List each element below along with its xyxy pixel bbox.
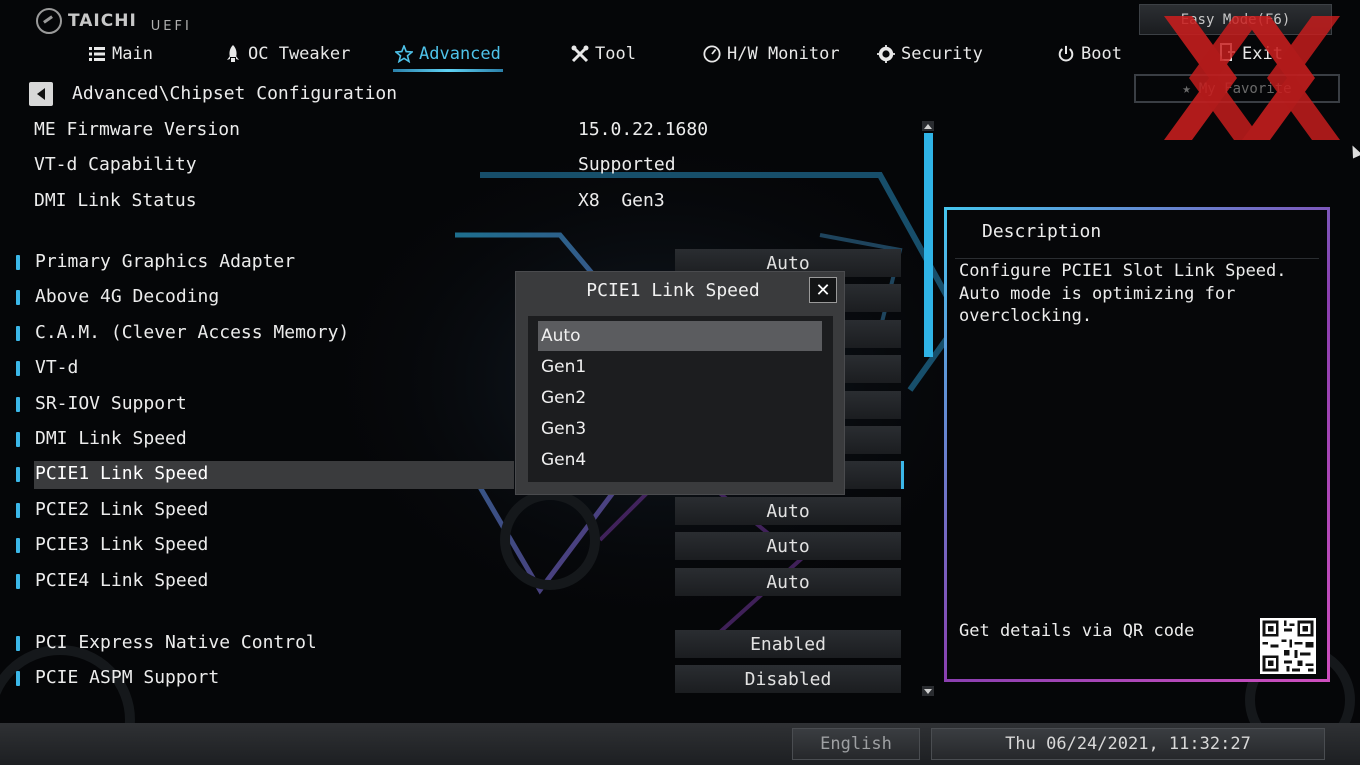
row-indicator <box>16 467 20 482</box>
setting-row-pcie-aspm-support[interactable]: PCIE ASPM Support Disabled <box>14 665 904 693</box>
info-value-me-firmware: 15.0.22.1680 <box>578 119 709 140</box>
setting-label: PCIE ASPM Support <box>35 667 220 688</box>
tab-label: H/W Monitor <box>727 44 840 64</box>
row-indicator <box>16 574 20 589</box>
taichi-logo-icon <box>36 8 62 34</box>
power-icon <box>1057 45 1075 63</box>
breadcrumb: Advanced\Chipset Configuration <box>72 83 398 104</box>
link-speed-popup: PCIE1 Link Speed ✕ Auto Gen1 Gen2 Gen3 G… <box>516 272 844 494</box>
row-indicator <box>16 255 20 270</box>
option-gen1[interactable]: Gen1 <box>538 352 822 382</box>
exit-label: Exit <box>1242 44 1283 64</box>
row-indicator <box>16 671 20 686</box>
tab-hw-monitor[interactable]: H/W Monitor <box>703 40 840 68</box>
setting-label: Primary Graphics Adapter <box>35 251 296 272</box>
row-indicator <box>16 636 20 651</box>
exit-button[interactable]: Exit <box>1220 40 1283 68</box>
info-label-dmi-link-status: DMI Link Status <box>34 190 197 211</box>
info-label-me-firmware: ME Firmware Version <box>34 119 240 140</box>
tab-label: Advanced <box>419 44 501 64</box>
gauge-icon <box>703 45 721 63</box>
scroll-thumb[interactable] <box>924 133 933 357</box>
mouse-cursor-icon <box>1347 143 1360 159</box>
row-indicator <box>16 503 20 518</box>
description-panel: Description Configure PCIE1 Slot Link Sp… <box>944 207 1330 682</box>
scroll-down-arrow-icon[interactable] <box>922 686 934 696</box>
back-button[interactable] <box>29 82 53 106</box>
tab-label: Main <box>112 44 153 64</box>
divider <box>955 258 1319 259</box>
setting-row-pci-express-native-control[interactable]: PCI Express Native Control Enabled <box>14 630 904 658</box>
tab-advanced[interactable]: Advanced <box>393 40 503 72</box>
tab-label: OC Tweaker <box>248 44 351 64</box>
setting-label: SR-IOV Support <box>35 393 187 414</box>
star-icon <box>395 45 413 63</box>
setting-row-pcie2-link-speed[interactable]: PCIE2 Link Speed Auto <box>14 497 904 525</box>
setting-row-pcie3-link-speed[interactable]: PCIE3 Link Speed Auto <box>14 532 904 560</box>
my-favorite-label: My Favorite <box>1198 80 1292 97</box>
easy-mode-button[interactable]: Easy Mode(F6) <box>1139 4 1332 35</box>
main-tabs: Main OC Tweaker Advanced Tool H/W Monito… <box>0 40 1130 72</box>
language-button[interactable]: English <box>792 728 920 760</box>
setting-value[interactable]: Auto <box>675 497 901 525</box>
tab-label: Boot <box>1081 44 1122 64</box>
option-gen4[interactable]: Gen4 <box>538 445 822 475</box>
close-icon[interactable]: ✕ <box>809 277 837 303</box>
description-title: Description <box>982 221 1102 242</box>
setting-label: PCI Express Native Control <box>35 632 317 653</box>
setting-label: PCIE4 Link Speed <box>35 570 209 591</box>
scroll-up-arrow-icon[interactable] <box>922 121 934 131</box>
setting-label: Above 4G Decoding <box>35 286 220 307</box>
tab-main[interactable]: Main <box>88 40 153 68</box>
my-favorite-button[interactable]: ★ My Favorite <box>1134 74 1340 103</box>
info-label-vtd-capability: VT-d Capability <box>34 154 197 175</box>
setting-row-pcie4-link-speed[interactable]: PCIE4 Link Speed Auto <box>14 568 904 596</box>
tab-tool[interactable]: Tool <box>571 40 636 68</box>
tab-label: Tool <box>595 44 636 64</box>
tools-icon <box>571 45 589 63</box>
info-value-dmi-link-status: X8 Gen3 <box>578 190 665 211</box>
qr-label: Get details via QR code <box>959 621 1195 641</box>
setting-value[interactable]: Disabled <box>675 665 901 693</box>
brand-logo: TAICHI UEFI <box>36 8 192 34</box>
option-auto[interactable]: Auto <box>538 321 822 351</box>
setting-value[interactable]: Auto <box>675 532 901 560</box>
star-icon: ★ <box>1182 80 1191 97</box>
row-indicator <box>16 290 20 305</box>
option-list: Auto Gen1 Gen2 Gen3 Gen4 <box>528 316 833 482</box>
scrollbar[interactable] <box>922 121 934 696</box>
setting-label: PCIE1 Link Speed <box>35 463 209 484</box>
row-indicator <box>16 326 20 341</box>
setting-label: C.A.M. (Clever Access Memory) <box>35 322 350 343</box>
tab-label: Security <box>901 44 983 64</box>
datetime-display: Thu 06/24/2021, 11:32:27 <box>931 728 1325 760</box>
tab-security[interactable]: Security <box>877 40 983 68</box>
setting-label: DMI Link Speed <box>35 428 187 449</box>
setting-label: VT-d <box>35 357 79 378</box>
row-indicator <box>16 361 20 376</box>
row-indicator <box>16 538 20 553</box>
row-indicator <box>16 397 20 412</box>
description-text: Configure PCIE1 Slot Link Speed. Auto mo… <box>959 261 1287 326</box>
setting-value[interactable]: Auto <box>675 568 901 596</box>
info-value-vtd-capability: Supported <box>578 154 676 175</box>
tab-boot[interactable]: Boot <box>1057 40 1122 68</box>
brand-sub: UEFI <box>150 18 192 34</box>
exit-icon <box>1220 42 1236 66</box>
qr-code-icon <box>1260 618 1316 674</box>
option-gen3[interactable]: Gen3 <box>538 414 822 444</box>
popup-title: PCIE1 Link Speed <box>586 280 760 301</box>
setting-label: PCIE3 Link Speed <box>35 534 209 555</box>
row-indicator <box>16 432 20 447</box>
shield-icon <box>877 45 895 63</box>
list-icon <box>88 45 106 63</box>
setting-label: PCIE2 Link Speed <box>35 499 209 520</box>
tab-oc-tweaker[interactable]: OC Tweaker <box>224 40 350 68</box>
option-gen2[interactable]: Gen2 <box>538 383 822 413</box>
brand-name: TAICHI <box>68 11 137 31</box>
setting-value[interactable]: Enabled <box>675 630 901 658</box>
rocket-icon <box>224 45 242 63</box>
